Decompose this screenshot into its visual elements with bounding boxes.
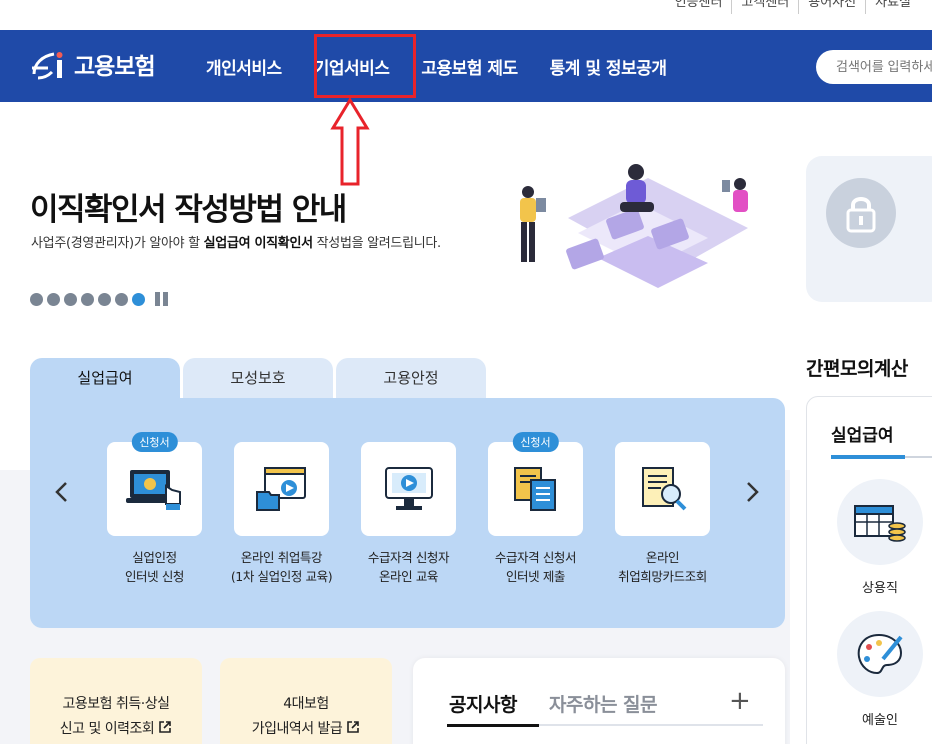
main-nav: 개인서비스 기업서비스 고용보험 제도 통계 및 정보공개 bbox=[190, 30, 683, 102]
util-link-archive[interactable]: 자료실 bbox=[865, 0, 920, 14]
external-link-icon bbox=[347, 721, 360, 733]
service-tabs: 실업급여 모성보호 고용안정 bbox=[30, 358, 486, 398]
tab-notices[interactable]: 공지사항 bbox=[449, 690, 517, 717]
service-item[interactable]: 신청서 실업인정인터넷 신청 bbox=[107, 432, 202, 586]
service-panel: 신청서 실업인정 인터넷 신청 온라인 취업특강 (1차 실업인정 교육) 수급… bbox=[30, 398, 785, 628]
service-item[interactable]: 수급자격 신청자온라인 교육 bbox=[361, 442, 456, 586]
slide-dot[interactable] bbox=[30, 292, 43, 306]
service-label-line2: 인터넷 신청 bbox=[124, 569, 185, 584]
tab-unemployment[interactable]: 실업급여 bbox=[30, 358, 180, 398]
notice-box: 공지사항 자주하는 질문 + bbox=[413, 658, 785, 744]
slide-dot[interactable] bbox=[81, 292, 94, 306]
ei-logo-icon bbox=[32, 52, 63, 80]
service-label-line1: 수급자격 신청서 bbox=[494, 550, 577, 565]
card-line1: 4대보험 bbox=[283, 696, 329, 712]
chevron-right-icon[interactable] bbox=[740, 480, 764, 504]
slide-dot[interactable] bbox=[64, 292, 77, 306]
more-plus-icon[interactable]: + bbox=[729, 686, 751, 716]
service-label-line2: (1차 실업인정 교육) bbox=[230, 569, 333, 584]
calendar-coins-icon[interactable] bbox=[837, 479, 923, 565]
laptop-hand-icon bbox=[125, 470, 181, 510]
service-tile[interactable] bbox=[615, 442, 710, 536]
document-search-icon bbox=[641, 467, 686, 511]
four-insurance-card[interactable]: 4대보험 가입내역서 발급 bbox=[220, 658, 392, 744]
service-tile[interactable] bbox=[234, 442, 329, 536]
service-label-line1: 온라인 취업특강 bbox=[240, 550, 323, 565]
palette-icon[interactable] bbox=[837, 611, 923, 697]
slide-dot-active[interactable] bbox=[132, 292, 145, 306]
service-label-line2: 인터넷 제출 bbox=[505, 569, 566, 584]
tab-maternity[interactable]: 모성보호 bbox=[183, 358, 333, 398]
video-folder-icon bbox=[255, 467, 306, 511]
slide-indicators bbox=[30, 292, 168, 306]
service-label-line2: 취업희망카드조회 bbox=[618, 569, 707, 584]
service-item[interactable]: 온라인 취업특강 (1차 실업인정 교육) bbox=[230, 442, 333, 586]
chevron-left-icon[interactable] bbox=[50, 480, 74, 504]
service-tile[interactable]: 신청서 bbox=[107, 432, 202, 536]
hero-sub-pre: 사업주(경영관리자)가 알아야 할 bbox=[31, 236, 204, 251]
nav-insurance-system[interactable]: 고용보험 제도 bbox=[405, 54, 533, 79]
service-label-line2: 온라인 교육 bbox=[378, 569, 439, 584]
up-arrow-icon bbox=[330, 98, 370, 186]
service-tile[interactable]: 신청서 bbox=[488, 432, 583, 536]
highlight-box bbox=[314, 34, 416, 98]
search-input[interactable] bbox=[816, 50, 932, 84]
monitor-play-icon bbox=[384, 467, 433, 510]
card-line2: 신고 및 이력조회 bbox=[59, 721, 155, 737]
hero-sub-bold: 실업급여 이직확인서 bbox=[203, 236, 313, 251]
calc-tab-underline bbox=[831, 455, 905, 459]
insurance-history-card[interactable]: 고용보험 취득·상실 신고 및 이력조회 bbox=[30, 658, 202, 744]
slide-dot[interactable] bbox=[47, 292, 60, 306]
service-tile[interactable] bbox=[361, 442, 456, 536]
pause-icon[interactable] bbox=[155, 292, 168, 306]
calc-tab-divider bbox=[905, 456, 932, 458]
calc-label-artist: 예술인 bbox=[862, 713, 898, 728]
util-link-cert[interactable]: 인증센터 bbox=[666, 0, 732, 14]
logo-text: 고용보험 bbox=[74, 54, 156, 80]
service-label-line1: 실업인정 bbox=[132, 550, 177, 565]
hero-title: 이직확인서 작성방법 안내 bbox=[30, 192, 347, 228]
util-link-customer[interactable]: 고객센터 bbox=[731, 0, 798, 14]
nav-statistics[interactable]: 통계 및 정보공개 bbox=[534, 54, 683, 79]
util-link-glossary[interactable]: 용어사전 bbox=[798, 0, 865, 14]
utility-bar: 인증센터 고객센터 용어사전 자료실 bbox=[0, 0, 932, 30]
tab-employment-stability[interactable]: 고용안정 bbox=[336, 358, 486, 398]
simple-calc-title: 간편모의계산 bbox=[806, 358, 908, 380]
service-item[interactable]: 신청서 수급자격 신청서인터넷 제출 bbox=[488, 432, 583, 586]
hero-illustration bbox=[520, 164, 748, 288]
card-line1: 고용보험 취득·상실 bbox=[62, 696, 170, 712]
card-line2: 가입내역서 발급 bbox=[251, 721, 343, 737]
nav-personal-services[interactable]: 개인서비스 bbox=[190, 54, 298, 79]
calc-label-regular: 상용직 bbox=[862, 581, 898, 596]
external-link-icon bbox=[159, 721, 172, 733]
service-label-line1: 온라인 bbox=[645, 550, 680, 565]
calc-tab-unemployment[interactable]: 실업급여 bbox=[831, 421, 894, 446]
service-item[interactable]: 온라인취업희망카드조회 bbox=[615, 442, 710, 586]
application-badge: 신청서 bbox=[131, 432, 178, 452]
application-badge: 신청서 bbox=[512, 432, 559, 452]
hero-subtitle: 사업주(경영관리자)가 알아야 할 실업급여 이직확인서 작성법을 알려드립니다… bbox=[31, 232, 441, 251]
lock-icon bbox=[826, 178, 896, 248]
slide-dot[interactable] bbox=[98, 292, 111, 306]
hero-sub-post: 작성법을 알려드립니다. bbox=[312, 236, 442, 251]
calc-card: 실업급여 상용직 예술인 bbox=[806, 396, 932, 744]
login-card[interactable] bbox=[806, 156, 932, 302]
main-header: 고용보험 개인서비스 기업서비스 고용보험 제도 통계 및 정보공개 bbox=[0, 30, 932, 102]
slide-dot[interactable] bbox=[115, 292, 128, 306]
tab-active-underline bbox=[447, 724, 539, 727]
site-logo[interactable]: 고용보험 bbox=[28, 44, 156, 84]
documents-icon bbox=[513, 467, 556, 511]
tab-faq[interactable]: 자주하는 질문 bbox=[549, 690, 658, 717]
utility-links: 인증센터 고객센터 용어사전 자료실 bbox=[666, 0, 920, 14]
service-label-line1: 수급자격 신청자 bbox=[367, 550, 450, 565]
